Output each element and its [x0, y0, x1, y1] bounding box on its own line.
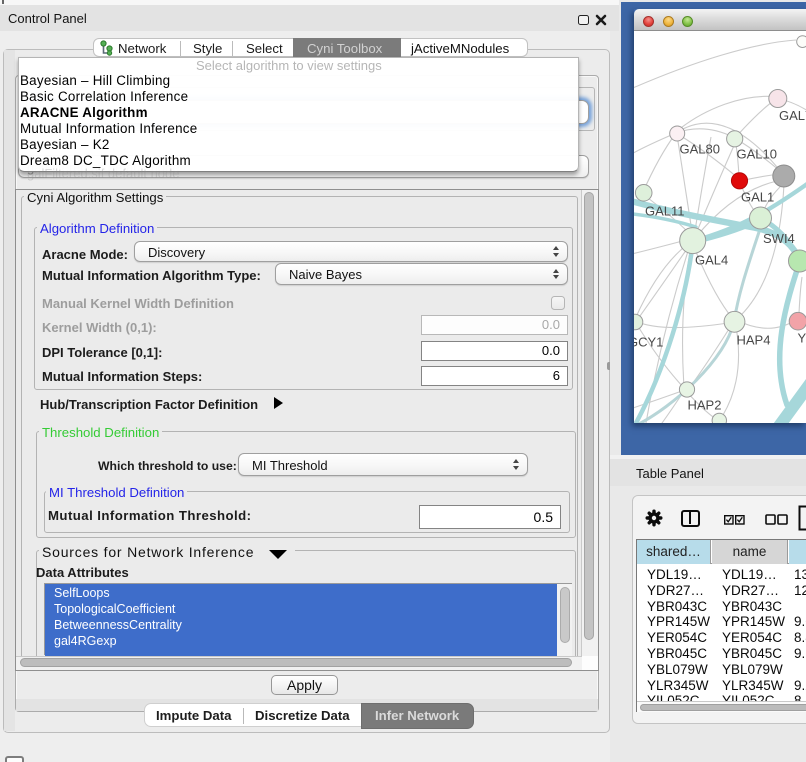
- svg-text:SWI4: SWI4: [763, 231, 795, 246]
- svg-text:YJR048W: YJR048W: [798, 331, 806, 346]
- svg-text:GAL11: GAL11: [645, 204, 685, 219]
- svg-text:GAL4: GAL4: [695, 253, 728, 268]
- svg-text:GAL1: GAL1: [741, 190, 774, 205]
- svg-text:GAL80: GAL80: [680, 142, 720, 157]
- svg-text:GCY1: GCY1: [634, 335, 663, 350]
- svg-text:HAP2: HAP2: [688, 398, 722, 413]
- svg-text:GAL10: GAL10: [737, 147, 777, 162]
- svg-text:GAL7: GAL7: [779, 108, 806, 123]
- svg-text:HAP4: HAP4: [737, 333, 771, 348]
